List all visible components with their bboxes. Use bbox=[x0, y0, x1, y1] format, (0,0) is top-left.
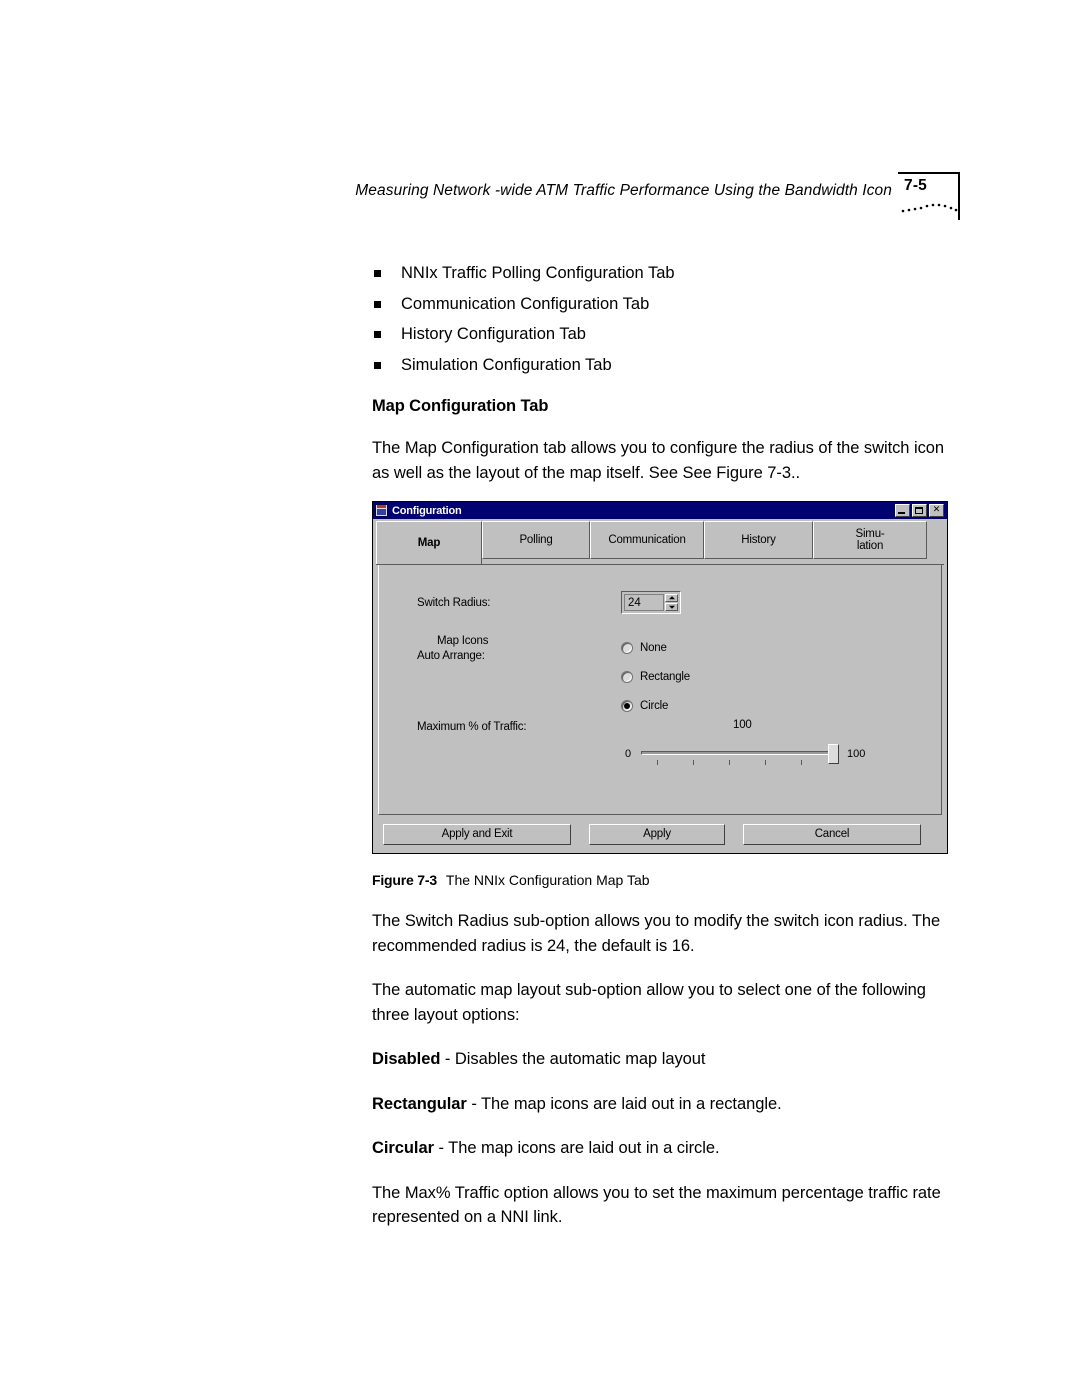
page-number: 7-5 bbox=[904, 177, 928, 194]
cancel-button[interactable]: Cancel bbox=[743, 823, 921, 845]
stepper-up-icon[interactable] bbox=[665, 594, 678, 602]
switch-radius-stepper[interactable]: 24 bbox=[621, 591, 681, 614]
tab-label-line2: lation bbox=[856, 540, 884, 552]
tab-label: History bbox=[741, 534, 776, 546]
max-traffic-value: 100 bbox=[733, 719, 752, 731]
tab-label: Communication bbox=[608, 534, 686, 546]
page-header: Measuring Network -wide ATM Traffic Perf… bbox=[355, 172, 960, 224]
bullet-list: NNIx Traffic Polling Configuration Tab C… bbox=[372, 258, 962, 380]
section-heading: Map Configuration Tab bbox=[372, 397, 549, 415]
radio-label: Circle bbox=[640, 699, 669, 712]
slider-max-label: 100 bbox=[847, 748, 866, 760]
switch-radius-label: Switch Radius: bbox=[417, 597, 491, 609]
disabled-description: - Disables the automatic map layout bbox=[440, 1050, 706, 1068]
auto-arrange-radio-group: None Rectangle Circle bbox=[621, 637, 690, 716]
slider-min-label: 0 bbox=[625, 748, 632, 760]
list-item: NNIx Traffic Polling Configuration Tab bbox=[372, 258, 962, 289]
dialog-button-bar: Apply and Exit Apply Cancel bbox=[373, 815, 947, 853]
disabled-term: Disabled bbox=[372, 1050, 441, 1068]
switch-radius-paragraph: The Switch Radius sub-option allows you … bbox=[372, 912, 941, 955]
max-traffic-label: Maximum % of Traffic: bbox=[417, 721, 527, 733]
list-item: Simulation Configuration Tab bbox=[372, 350, 962, 381]
tab-label: Polling bbox=[519, 534, 553, 546]
dialog-titlebar: Configuration ✕ bbox=[373, 502, 947, 519]
radio-option-none[interactable]: None bbox=[621, 637, 690, 658]
figure-7-3: Configuration ✕ Map Polling Communicatio… bbox=[372, 501, 962, 889]
disabled-definition: Disabled - Disables the automatic map la… bbox=[372, 1047, 962, 1072]
auto-layout-paragraph: The automatic map layout sub-option allo… bbox=[372, 981, 926, 1024]
max-traffic-paragraph: The Max% Traffic option allows you to se… bbox=[372, 1183, 941, 1227]
folio-box: 7-5 bbox=[898, 172, 960, 220]
tab-map[interactable]: Map bbox=[376, 521, 482, 565]
slider-ticks bbox=[641, 760, 839, 766]
radio-icon bbox=[621, 641, 633, 654]
list-item: History Configuration Tab bbox=[372, 319, 962, 350]
tab-label: Map bbox=[417, 537, 441, 549]
figure-label: Figure 7-3 bbox=[372, 872, 437, 888]
tab-history[interactable]: History bbox=[704, 521, 813, 559]
rectangular-description: - The map icons are laid out in a rectan… bbox=[466, 1094, 782, 1113]
tab-simulation[interactable]: Simu- lation bbox=[813, 521, 927, 559]
tab-polling[interactable]: Polling bbox=[482, 521, 590, 559]
tabstrip: Map Polling Communication History Simu- … bbox=[373, 519, 947, 565]
application-icon bbox=[375, 504, 388, 517]
auto-arrange-label-line2: Auto Arrange: bbox=[417, 650, 485, 662]
radio-label: Rectangle bbox=[640, 670, 690, 683]
page-content: NNIx Traffic Polling Configuration Tab C… bbox=[372, 258, 962, 1230]
maximize-icon[interactable] bbox=[912, 504, 927, 517]
circular-term: Circular bbox=[372, 1139, 434, 1157]
circular-definition: Circular - The map icons are laid out in… bbox=[372, 1136, 962, 1161]
window-controls: ✕ bbox=[895, 504, 945, 517]
stepper-down-icon[interactable] bbox=[665, 603, 678, 611]
apply-button[interactable]: Apply bbox=[589, 823, 725, 845]
folio-rule-right bbox=[958, 172, 960, 220]
slider-track[interactable] bbox=[641, 751, 839, 755]
dialog-title: Configuration bbox=[392, 504, 462, 517]
circular-description: - The map icons are laid out in a circle… bbox=[433, 1139, 720, 1157]
tab-communication[interactable]: Communication bbox=[590, 521, 704, 559]
map-tab-panel: Switch Radius: 24 Map Icons Auto Arrange… bbox=[378, 565, 942, 815]
radio-option-circle[interactable]: Circle bbox=[621, 695, 690, 716]
slider-thumb[interactable] bbox=[828, 744, 839, 764]
dotted-wave-ornament bbox=[901, 203, 958, 213]
rectangular-term: Rectangular bbox=[372, 1094, 467, 1113]
tab-label-line1: Simu- bbox=[855, 528, 885, 540]
list-item: Communication Configuration Tab bbox=[372, 289, 962, 320]
auto-arrange-label-line1: Map Icons bbox=[437, 635, 489, 647]
configuration-dialog: Configuration ✕ Map Polling Communicatio… bbox=[372, 501, 948, 854]
stepper-arrows bbox=[665, 594, 678, 611]
max-traffic-slider[interactable]: 0 100 bbox=[625, 743, 865, 771]
running-title: Measuring Network -wide ATM Traffic Perf… bbox=[355, 182, 892, 199]
figure-title: The NNIx Configuration Map Tab bbox=[445, 872, 650, 888]
figure-caption: Figure 7-3 The NNIx Configuration Map Tab bbox=[372, 871, 962, 889]
switch-radius-input[interactable]: 24 bbox=[624, 594, 664, 611]
section-intro-paragraph: The Map Configuration tab allows you to … bbox=[372, 439, 945, 482]
rectangular-definition: Rectangular - The map icons are laid out… bbox=[372, 1092, 962, 1117]
minimize-icon[interactable] bbox=[895, 504, 910, 517]
radio-option-rectangle[interactable]: Rectangle bbox=[621, 666, 690, 687]
apply-and-exit-button[interactable]: Apply and Exit bbox=[383, 823, 571, 845]
radio-label: None bbox=[640, 641, 667, 654]
close-icon[interactable]: ✕ bbox=[929, 504, 944, 517]
folio-rule-top bbox=[898, 172, 960, 174]
radio-icon bbox=[621, 670, 633, 683]
radio-icon-selected bbox=[621, 699, 633, 712]
